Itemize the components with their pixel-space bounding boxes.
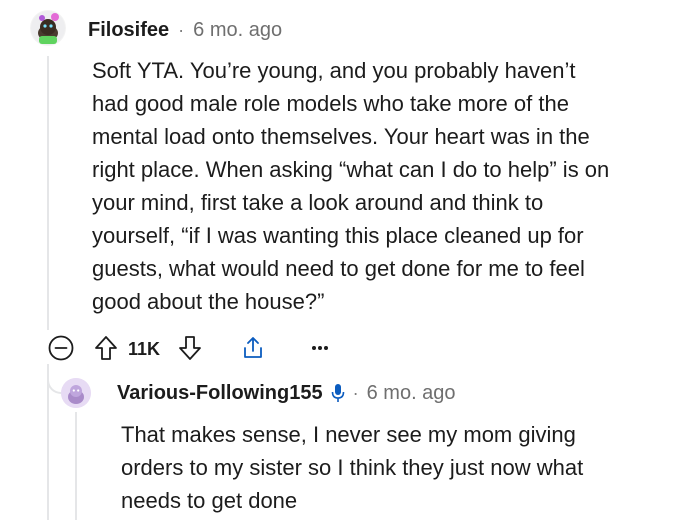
reply-line: orders to my sister so I think they just… xyxy=(121,455,584,480)
reply-username[interactable]: Various-Following155 xyxy=(117,382,323,405)
avatar[interactable] xyxy=(30,10,66,46)
more-options-button[interactable] xyxy=(306,334,334,362)
comment-timestamp: 6 mo. ago xyxy=(193,18,283,41)
share-icon xyxy=(244,337,262,358)
snoo-avatar-icon xyxy=(61,378,91,408)
reply-line: needs to get done xyxy=(121,488,298,513)
thread-line-main xyxy=(47,56,49,330)
meta-separator: · xyxy=(352,382,359,403)
thread-line-reply xyxy=(75,412,77,520)
comment-line: yourself, “if I was wanting this place c… xyxy=(92,223,584,248)
comment-username[interactable]: Filosifee xyxy=(88,19,169,42)
microphone-icon xyxy=(331,383,345,403)
comment-line: right place. When asking “what can I do … xyxy=(92,157,610,182)
reply-body: That makes sense, I never see my mom giv… xyxy=(121,418,681,517)
collapse-button[interactable] xyxy=(47,334,75,362)
comment-line: mental load onto themselves. Your heart … xyxy=(92,124,590,149)
reply-avatar[interactable] xyxy=(61,378,91,408)
reply-header: Various-Following155 · 6 mo. ago xyxy=(117,379,456,407)
comment-line: Soft YTA. You’re young, and you probably… xyxy=(92,58,576,83)
comment-line: good about the house?” xyxy=(92,289,325,314)
reply-line: That makes sense, I never see my mom giv… xyxy=(121,422,576,447)
comment-line: your mind, first take a look around and … xyxy=(92,190,544,215)
share-button[interactable] xyxy=(238,333,268,363)
comment-line: had good male role models who take more … xyxy=(92,91,569,116)
downvote-button[interactable] xyxy=(176,334,204,362)
more-dots-icon xyxy=(312,346,328,350)
reply-timestamp: 6 mo. ago xyxy=(366,381,456,404)
arrow-down-icon xyxy=(179,336,201,360)
vote-count: 11K xyxy=(128,339,161,359)
arrow-up-icon xyxy=(95,336,117,360)
minus-circle-icon xyxy=(48,335,74,361)
snoo-avatar-icon xyxy=(31,11,65,45)
upvote-button[interactable] xyxy=(92,334,120,362)
comment-header: Filosifee · 6 mo. ago xyxy=(88,16,282,44)
meta-separator: · xyxy=(178,19,185,40)
comment-body: Soft YTA. You’re young, and you probably… xyxy=(92,54,682,318)
comment-line: guests, what would need to get done for … xyxy=(92,256,585,281)
